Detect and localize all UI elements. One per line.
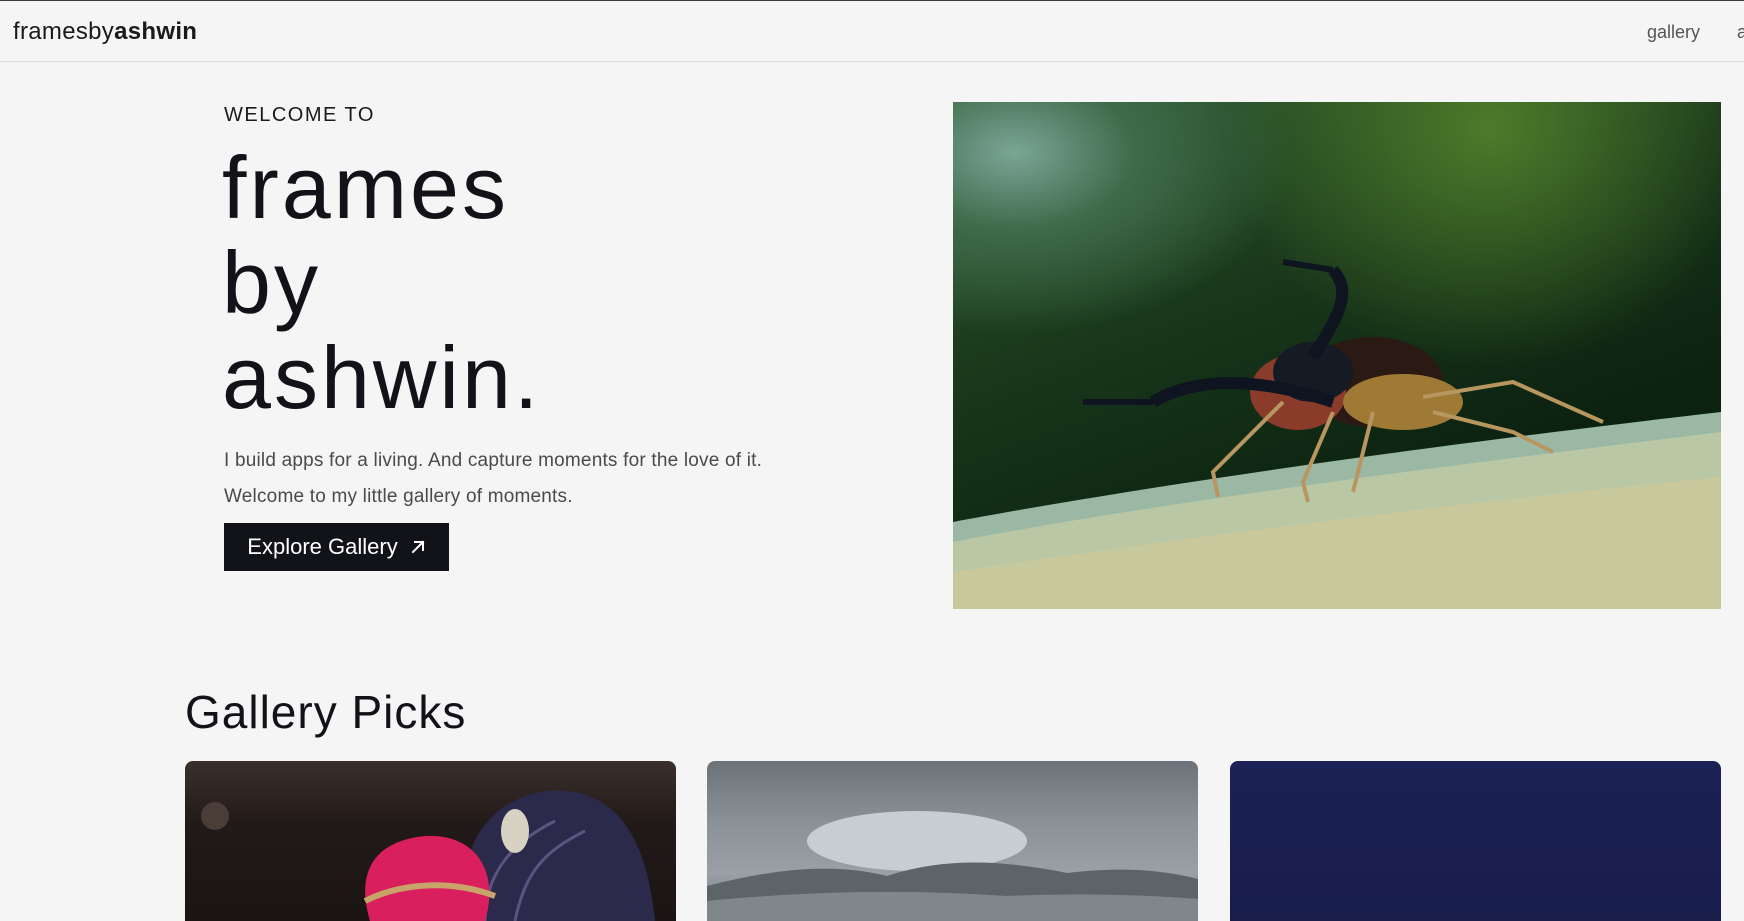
- tagline-line: Welcome to my little gallery of moments.: [224, 486, 573, 507]
- hero-title-line: ashwin.: [222, 328, 542, 427]
- mountains-photo: [707, 811, 1198, 921]
- brand-logo[interactable]: framesbyashwin: [13, 18, 197, 46]
- turban-photo: [201, 790, 655, 921]
- hero-title: frames by ashwin.: [222, 140, 541, 425]
- hero-eyebrow: WELCOME TO: [224, 104, 375, 126]
- nav-link-gallery[interactable]: gallery: [1647, 22, 1700, 43]
- spider-illustration: [953, 259, 1721, 609]
- tagline-line: I build apps for a living. And capture m…: [224, 450, 763, 471]
- gallery-pick-card[interactable]: [1230, 761, 1721, 921]
- gallery-pick-card[interactable]: [707, 761, 1198, 921]
- hero-title-line: frames: [222, 138, 509, 237]
- explore-gallery-button[interactable]: Explore Gallery: [224, 523, 449, 571]
- arrow-up-right-icon: [411, 540, 425, 554]
- explore-gallery-label: Explore Gallery: [247, 534, 398, 559]
- hero-tagline: I build apps for a living. And capture m…: [224, 443, 762, 515]
- nav-link-truncated[interactable]: a: [1737, 22, 1744, 43]
- brand-light-text: framesby: [13, 18, 115, 45]
- hero-photo-spider: [953, 102, 1721, 609]
- gallery-picks-title: Gallery Picks: [185, 686, 467, 738]
- navbar: framesbyashwin gallery a: [0, 1, 1744, 62]
- gallery-pick-card[interactable]: [185, 761, 676, 921]
- hero-title-line: by: [222, 233, 321, 332]
- brand-bold-text: ashwin: [114, 18, 198, 45]
